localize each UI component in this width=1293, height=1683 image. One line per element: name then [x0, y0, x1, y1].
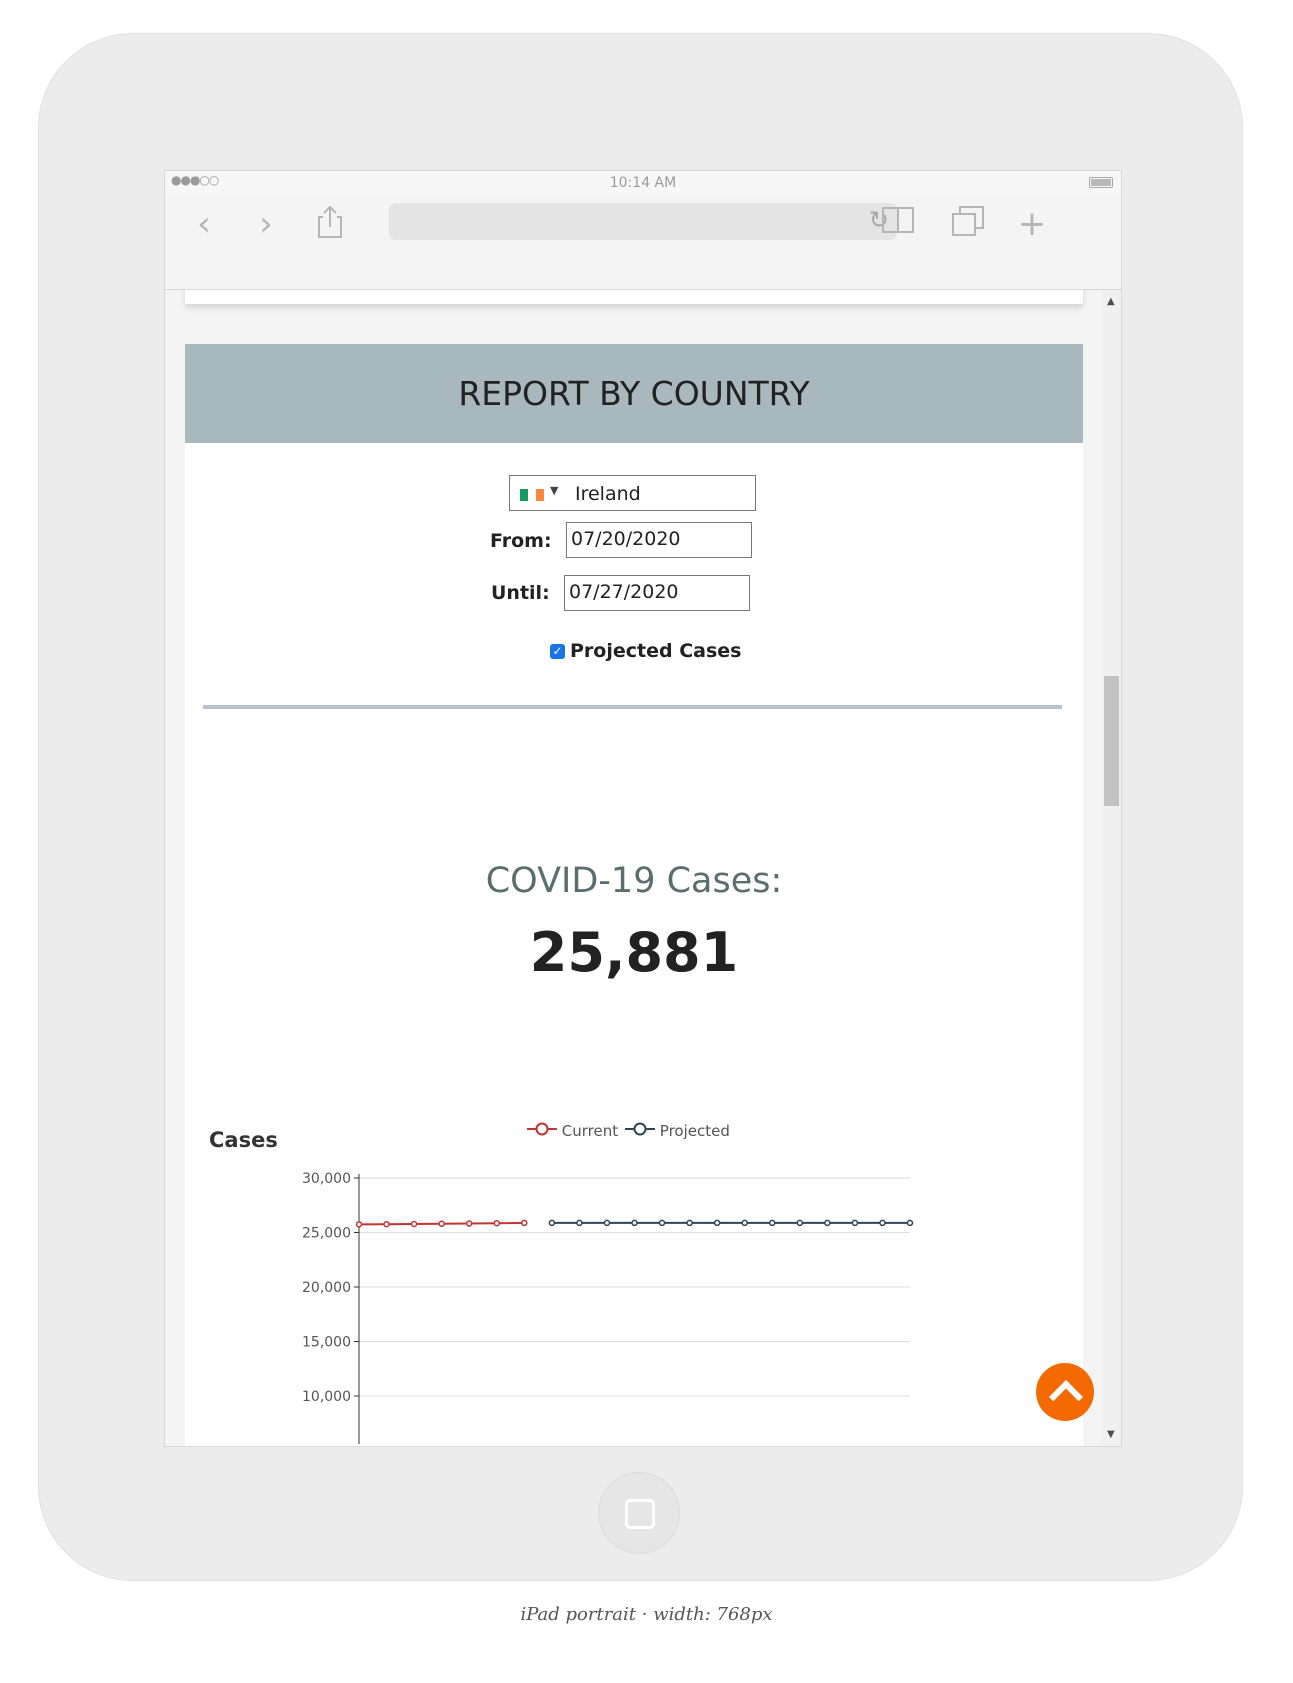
status-bar: ●●●○○ 10:14 AM [165, 171, 1121, 193]
device-caption: iPad portrait · width: 768px [520, 1604, 773, 1625]
data-point-projected [658, 1219, 666, 1227]
address-bar[interactable]: ↻ [389, 203, 897, 240]
forward-icon[interactable]: › [247, 205, 285, 243]
data-point-projected [603, 1219, 611, 1227]
data-point-projected [851, 1219, 859, 1227]
y-tick-label: 15,000 [302, 1335, 351, 1351]
data-point-projected [713, 1219, 721, 1227]
data-point-current [355, 1221, 363, 1228]
scrollbar[interactable]: ▲ ▼ [1102, 290, 1121, 1446]
data-point-projected [796, 1219, 804, 1227]
data-point-current [383, 1220, 390, 1228]
status-clock: 10:14 AM [609, 175, 677, 191]
report-title: REPORT BY COUNTRY [458, 374, 810, 413]
data-point-projected [879, 1219, 886, 1227]
y-tick-label: 20,000 [302, 1280, 351, 1296]
battery-icon [1089, 177, 1113, 188]
share-icon[interactable] [311, 205, 349, 243]
previous-card [185, 290, 1083, 304]
home-button[interactable] [598, 1472, 680, 1554]
new-tab-icon[interactable]: + [1013, 205, 1051, 243]
legend-current-icon [527, 1122, 557, 1136]
legend-item-current[interactable]: Current [527, 1122, 618, 1140]
scroll-up-icon[interactable]: ▲ [1107, 296, 1115, 307]
data-point-current [465, 1220, 473, 1227]
data-point-current [410, 1220, 418, 1228]
chevron-down-icon: ▼ [550, 484, 559, 497]
from-date-input[interactable]: 07/20/2020 [566, 522, 752, 558]
country-name: Ireland [575, 483, 641, 505]
data-point-projected [824, 1219, 831, 1227]
back-icon[interactable]: ‹ [185, 205, 223, 243]
tabs-icon[interactable] [949, 205, 987, 243]
projected-cases-checkbox[interactable]: ✓ [550, 644, 565, 659]
projected-cases-label: Projected Cases [570, 640, 742, 662]
report-header: REPORT BY COUNTRY [185, 344, 1083, 443]
ireland-flag-icon [520, 489, 544, 501]
until-label: Until: [491, 582, 550, 604]
data-point-projected [686, 1219, 693, 1227]
y-tick-label: 30,000 [302, 1171, 351, 1187]
page-viewport: REPORT BY COUNTRY ▼ Ireland From: 07/20/… [165, 290, 1102, 1446]
scrollbar-thumb[interactable] [1104, 676, 1119, 806]
country-select[interactable]: ▼ Ireland [509, 475, 756, 511]
browser-screen: ●●●○○ 10:14 AM ‹ › ↻ + REPORT BY COUNTRY [164, 170, 1122, 1447]
home-icon [625, 1499, 655, 1529]
legend-projected-icon [625, 1122, 655, 1136]
data-point-projected [741, 1219, 748, 1227]
data-point-current [438, 1220, 445, 1228]
legend-item-projected[interactable]: Projected [625, 1122, 730, 1140]
y-tick-label: 10,000 [302, 1389, 351, 1405]
report-card: REPORT BY COUNTRY ▼ Ireland From: 07/20/… [185, 344, 1083, 1446]
until-date-input[interactable]: 07/27/2020 [564, 575, 750, 611]
data-point-projected [576, 1219, 583, 1227]
legend-current-label: Current [561, 1122, 619, 1140]
cases-line-chart: 30,000 25,000 20,000 15,000 10,000 [302, 1171, 914, 1444]
back-to-top-button[interactable] [1036, 1363, 1094, 1421]
data-point-current [493, 1219, 500, 1227]
cases-heading: COVID-19 Cases: [485, 861, 783, 901]
from-label: From: [490, 530, 552, 552]
browser-toolbar: ‹ › ↻ + [165, 193, 1121, 290]
y-tick-label: 25,000 [302, 1226, 351, 1242]
cases-total: 25,881 [529, 921, 739, 984]
data-point-projected [769, 1219, 776, 1227]
legend-projected-label: Projected [659, 1122, 730, 1140]
scroll-down-icon[interactable]: ▼ [1107, 1429, 1115, 1440]
data-point-projected [548, 1219, 556, 1227]
bookmarks-icon[interactable] [879, 205, 917, 243]
data-point-current [521, 1219, 528, 1227]
section-divider [203, 705, 1062, 709]
data-point-projected [631, 1219, 638, 1227]
data-point-projected [906, 1219, 914, 1227]
